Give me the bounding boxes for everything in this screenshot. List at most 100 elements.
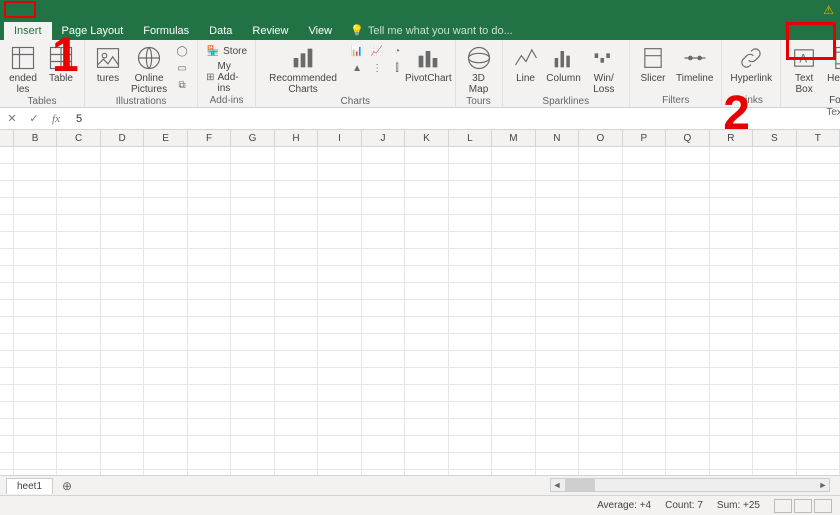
column-header-C[interactable]: C: [57, 130, 100, 146]
cell[interactable]: [666, 300, 709, 317]
cell[interactable]: [101, 215, 144, 232]
column-header-J[interactable]: J: [362, 130, 405, 146]
cell[interactable]: [536, 334, 579, 351]
chart-type-4[interactable]: ▲: [348, 60, 366, 76]
cell[interactable]: [405, 419, 448, 436]
cell[interactable]: [492, 266, 535, 283]
cell[interactable]: [536, 436, 579, 453]
cell[interactable]: [101, 436, 144, 453]
column-header-P[interactable]: P: [623, 130, 666, 146]
cell[interactable]: [449, 436, 492, 453]
cell[interactable]: [57, 351, 100, 368]
cell[interactable]: [57, 436, 100, 453]
cell[interactable]: [753, 232, 796, 249]
cell[interactable]: [753, 215, 796, 232]
cell[interactable]: [753, 198, 796, 215]
tab-page-layout[interactable]: Page Layout: [52, 22, 134, 40]
cell[interactable]: [492, 385, 535, 402]
cell[interactable]: [188, 317, 231, 334]
cell[interactable]: [710, 453, 753, 470]
cell[interactable]: [710, 283, 753, 300]
cell[interactable]: [275, 249, 318, 266]
cell[interactable]: [101, 368, 144, 385]
cell[interactable]: [231, 147, 274, 164]
cell[interactable]: [579, 351, 622, 368]
cell[interactable]: [797, 266, 840, 283]
cell[interactable]: [231, 283, 274, 300]
cell[interactable]: [275, 147, 318, 164]
cell[interactable]: [449, 334, 492, 351]
cell[interactable]: [188, 198, 231, 215]
cell[interactable]: [362, 419, 405, 436]
cell[interactable]: [623, 419, 666, 436]
cell[interactable]: [449, 266, 492, 283]
cell[interactable]: [0, 249, 14, 266]
cell[interactable]: [753, 368, 796, 385]
cell[interactable]: [666, 351, 709, 368]
cell[interactable]: [362, 385, 405, 402]
view-mode-buttons[interactable]: [774, 499, 832, 513]
cell[interactable]: [623, 334, 666, 351]
cell[interactable]: [536, 164, 579, 181]
cell[interactable]: [753, 453, 796, 470]
cell[interactable]: [449, 453, 492, 470]
cell[interactable]: [57, 368, 100, 385]
smartart-button[interactable]: ▭: [173, 60, 191, 76]
cell[interactable]: [666, 232, 709, 249]
cell[interactable]: [0, 300, 14, 317]
cell[interactable]: [797, 232, 840, 249]
cell[interactable]: [318, 317, 361, 334]
cell[interactable]: [0, 385, 14, 402]
cell[interactable]: [536, 198, 579, 215]
cell[interactable]: [0, 317, 14, 334]
cell[interactable]: [362, 402, 405, 419]
cell[interactable]: [492, 164, 535, 181]
cell[interactable]: [405, 232, 448, 249]
cell[interactable]: [710, 385, 753, 402]
cell[interactable]: [362, 147, 405, 164]
cell[interactable]: [710, 436, 753, 453]
cell[interactable]: [362, 317, 405, 334]
cell[interactable]: [101, 334, 144, 351]
tell-me-search[interactable]: 💡 Tell me what you want to do...: [342, 21, 521, 40]
cell[interactable]: [144, 215, 187, 232]
column-header-E[interactable]: E: [144, 130, 187, 146]
cell[interactable]: [0, 419, 14, 436]
cell[interactable]: [536, 351, 579, 368]
cell[interactable]: [579, 164, 622, 181]
cell[interactable]: [666, 334, 709, 351]
cell[interactable]: [492, 453, 535, 470]
cell[interactable]: [275, 317, 318, 334]
cell[interactable]: [0, 368, 14, 385]
scroll-right-arrow[interactable]: ►: [817, 479, 829, 491]
cell[interactable]: [710, 300, 753, 317]
cell[interactable]: [275, 436, 318, 453]
cell[interactable]: [405, 266, 448, 283]
column-header-L[interactable]: L: [449, 130, 492, 146]
cell[interactable]: [318, 368, 361, 385]
cell[interactable]: [57, 419, 100, 436]
cell[interactable]: [144, 164, 187, 181]
cell[interactable]: [405, 215, 448, 232]
cell[interactable]: [362, 266, 405, 283]
cell[interactable]: [101, 283, 144, 300]
cell[interactable]: [231, 266, 274, 283]
cell[interactable]: [449, 283, 492, 300]
cell[interactable]: [14, 147, 57, 164]
cell[interactable]: [231, 436, 274, 453]
cell[interactable]: [0, 215, 14, 232]
cell[interactable]: [231, 351, 274, 368]
cell[interactable]: [449, 402, 492, 419]
cell[interactable]: [14, 215, 57, 232]
cell[interactable]: [797, 436, 840, 453]
cell[interactable]: [710, 317, 753, 334]
cell[interactable]: [144, 385, 187, 402]
cell[interactable]: [579, 368, 622, 385]
cell[interactable]: [579, 317, 622, 334]
pivot-tables-button[interactable]: ended les: [6, 43, 40, 96]
formula-cancel-button[interactable]: ✕: [4, 112, 20, 125]
sparkline-column-button[interactable]: Column: [547, 43, 581, 85]
cell[interactable]: [405, 198, 448, 215]
cell[interactable]: [623, 368, 666, 385]
column-header-M[interactable]: M: [492, 130, 535, 146]
